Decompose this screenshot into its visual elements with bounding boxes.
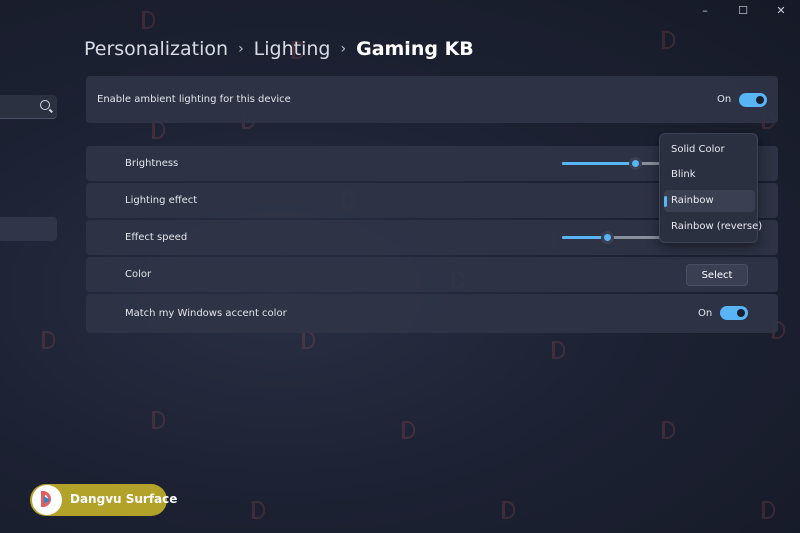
brand-watermark-badge: Dangvu Surface [30,484,177,516]
effect-option-solid-color[interactable]: Solid Color [664,139,755,161]
ambient-lighting-card: Enable ambient lighting for this device … [86,76,778,123]
chevron-right-icon: › [238,41,244,57]
accent-color-row: Match my Windows accent color On [86,294,778,333]
effect-speed-slider[interactable] [562,231,662,244]
watermark-mark [760,500,775,519]
chevron-right-icon: › [340,41,347,57]
brightness-slider-fill [562,162,635,165]
accent-color-toggle[interactable] [720,306,748,320]
accent-toggle-state: On [698,308,713,319]
ambient-lighting-toggle[interactable] [739,93,767,107]
watermark-mark [140,10,155,29]
watermark-mark [550,340,565,359]
watermark-mark [250,500,265,519]
accent-color-label: Match my Windows accent color [125,308,287,319]
watermark-mark [660,30,675,49]
sidebar-item-selected[interactable] [0,217,57,241]
breadcrumb: Personalization › Lighting › Gaming KB [84,38,474,60]
color-select-button[interactable]: Select [686,264,748,286]
minimize-button[interactable]: – [686,0,724,20]
brightness-slider-thumb[interactable] [629,157,642,170]
brightness-label: Brightness [125,158,179,169]
effect-option-rainbow-reverse[interactable]: Rainbow (reverse) [664,216,762,238]
maximize-button[interactable]: ☐ [724,0,762,20]
watermark-mark [40,330,55,349]
effect-option-rainbow[interactable]: Rainbow [664,190,755,212]
brightness-slider[interactable] [562,157,662,170]
watermark-mark [150,410,165,429]
color-row: Color Select [86,257,778,292]
brand-logo-icon [32,485,62,515]
breadcrumb-personalization[interactable]: Personalization [84,38,228,60]
search-input[interactable] [0,95,57,119]
ambient-toggle-state: On [717,94,732,105]
page-title: Gaming KB [356,38,474,60]
watermark-mark [500,500,515,519]
brand-name: Dangvu Surface [70,492,178,506]
search-icon [40,100,50,110]
close-button[interactable]: ✕ [762,0,800,20]
breadcrumb-lighting[interactable]: Lighting [254,38,331,60]
window-controls: – ☐ ✕ [686,0,800,20]
lighting-effect-label: Lighting effect [125,195,198,206]
color-label: Color [125,269,152,280]
effect-speed-label: Effect speed [125,232,188,243]
effect-option-blink[interactable]: Blink [664,164,755,186]
lighting-effect-dropdown: Solid Color Blink Rainbow Rainbow (rever… [659,133,762,243]
effect-speed-slider-thumb[interactable] [601,231,614,244]
watermark-mark [660,420,675,439]
watermark-mark [400,420,415,439]
ambient-lighting-label: Enable ambient lighting for this device [97,94,291,105]
